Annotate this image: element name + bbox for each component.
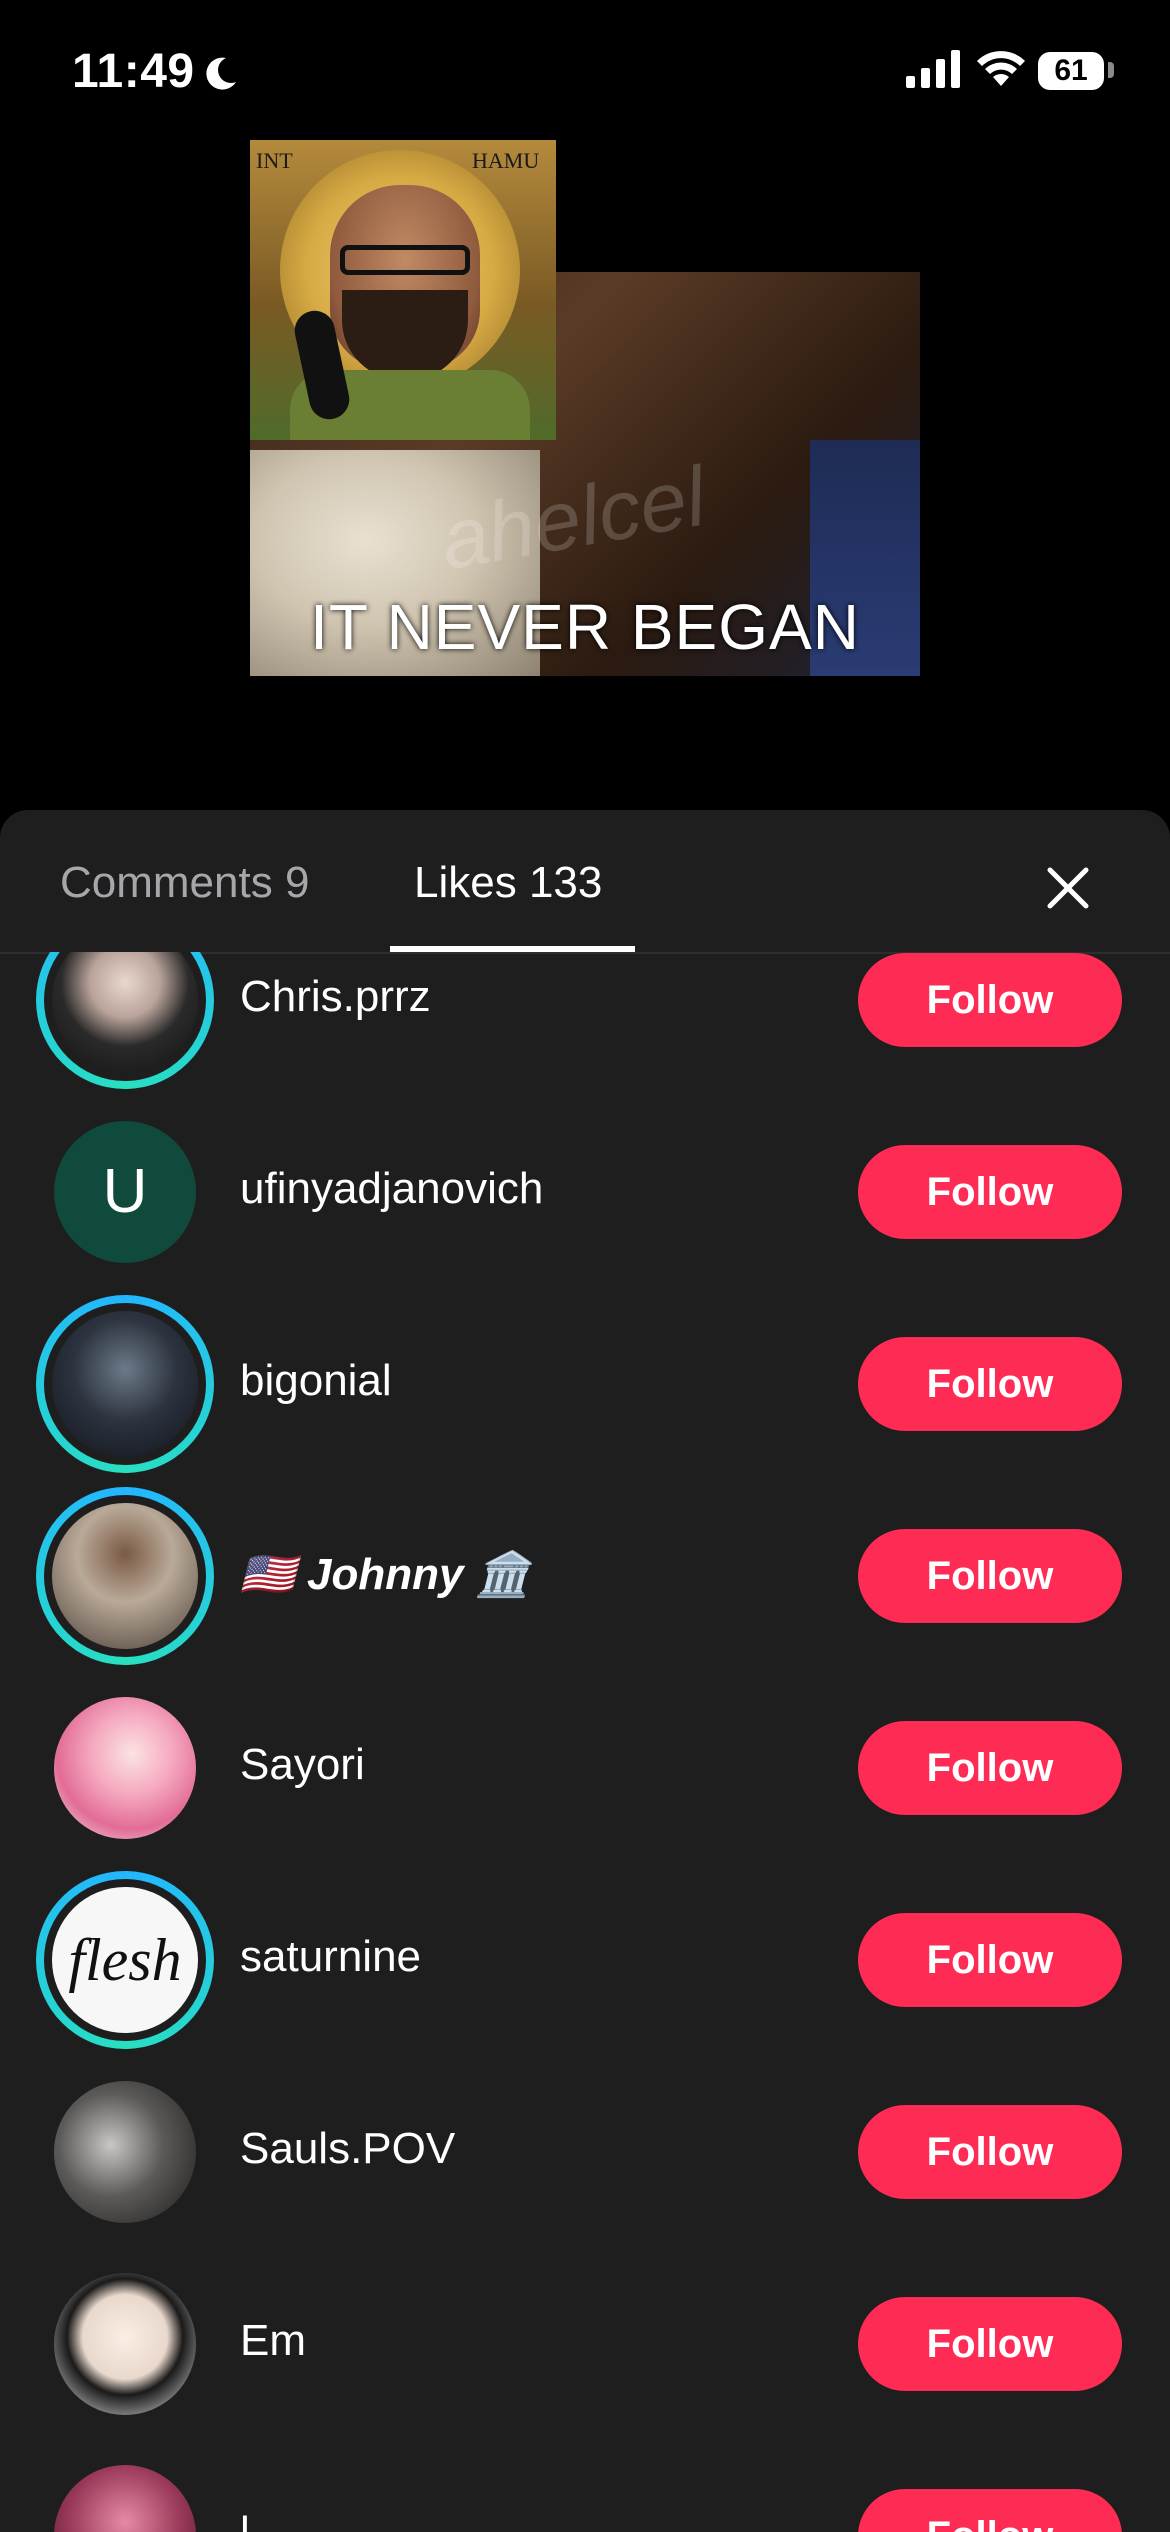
username[interactable]: Sauls.POV <box>240 2124 455 2174</box>
list-item[interactable]: bigonial Follow <box>0 1288 1170 1480</box>
follow-button[interactable]: Follow <box>858 1529 1122 1623</box>
follow-button[interactable]: Follow <box>858 1145 1122 1239</box>
list-item[interactable]: l Follow <box>0 2440 1170 2532</box>
avatar[interactable] <box>52 1503 198 1649</box>
list-item[interactable]: Em Follow <box>0 2248 1170 2440</box>
avatar[interactable]: flesh <box>52 1887 198 2033</box>
close-icon[interactable] <box>1036 856 1100 920</box>
tab-likes[interactable]: Likes 133 <box>414 858 602 908</box>
avatar[interactable] <box>54 1697 196 1839</box>
avatar[interactable]: U <box>54 1121 196 1263</box>
follow-button[interactable]: Follow <box>858 1337 1122 1431</box>
follow-button[interactable]: Follow <box>858 2489 1122 2532</box>
list-item[interactable]: Chris.prrz Follow <box>0 952 1170 1096</box>
list-item[interactable]: 🇺🇸 Johnny 🏛️ Follow <box>0 1480 1170 1672</box>
battery-indicator: 61 <box>1038 52 1104 90</box>
glasses <box>340 245 470 275</box>
list-item[interactable]: Sayori Follow <box>0 1672 1170 1864</box>
status-time: 11:49 <box>72 45 195 98</box>
avatar[interactable] <box>54 2465 196 2532</box>
avatar[interactable] <box>52 1311 198 1457</box>
saint-text-left: INT <box>256 148 293 173</box>
username[interactable]: 🇺🇸 Johnny 🏛️ <box>240 1548 530 1600</box>
battery-nub <box>1108 62 1114 78</box>
username[interactable]: l <box>240 2508 250 2532</box>
username[interactable]: saturnine <box>240 1932 421 1982</box>
username[interactable]: Chris.prrz <box>240 972 431 1022</box>
list-item[interactable]: Sauls.POV Follow <box>0 2056 1170 2248</box>
username[interactable]: ufinyadjanovich <box>240 1164 543 1214</box>
tab-comments[interactable]: Comments 9 <box>60 858 309 908</box>
follow-button[interactable]: Follow <box>858 953 1122 1047</box>
saint-portrait: INT HAMU <box>250 140 556 440</box>
saint-text-right: HAMU <box>472 148 540 173</box>
follow-button[interactable]: Follow <box>858 2105 1122 2199</box>
username[interactable]: bigonial <box>240 1356 392 1406</box>
sheet-tabs: Comments 9 Likes 133 <box>0 810 1170 954</box>
follow-button[interactable]: Follow <box>858 1721 1122 1815</box>
video-caption: IT NEVER BEGAN <box>310 591 860 663</box>
likes-list[interactable]: Chris.prrz Follow U ufinyadjanovich Foll… <box>0 952 1170 2532</box>
status-bar: 11:49 61 <box>0 0 1170 150</box>
moon-icon <box>206 57 236 90</box>
list-item[interactable]: U ufinyadjanovich Follow <box>0 1096 1170 1288</box>
follow-button[interactable]: Follow <box>858 1913 1122 2007</box>
username[interactable]: Sayori <box>240 1740 365 1790</box>
wifi-icon <box>977 51 1025 86</box>
username[interactable]: Em <box>240 2316 306 2366</box>
signal-icon <box>906 50 960 88</box>
video-frame[interactable]: ahelcel INT HAMU IT NEVER BEGAN <box>250 140 920 676</box>
list-item[interactable]: flesh saturnine Follow <box>0 1864 1170 2056</box>
follow-button[interactable]: Follow <box>858 2297 1122 2391</box>
likes-sheet: Comments 9 Likes 133 Chris.prrz Follow U… <box>0 810 1170 2532</box>
avatar[interactable] <box>54 2081 196 2223</box>
avatar[interactable] <box>54 2273 196 2415</box>
